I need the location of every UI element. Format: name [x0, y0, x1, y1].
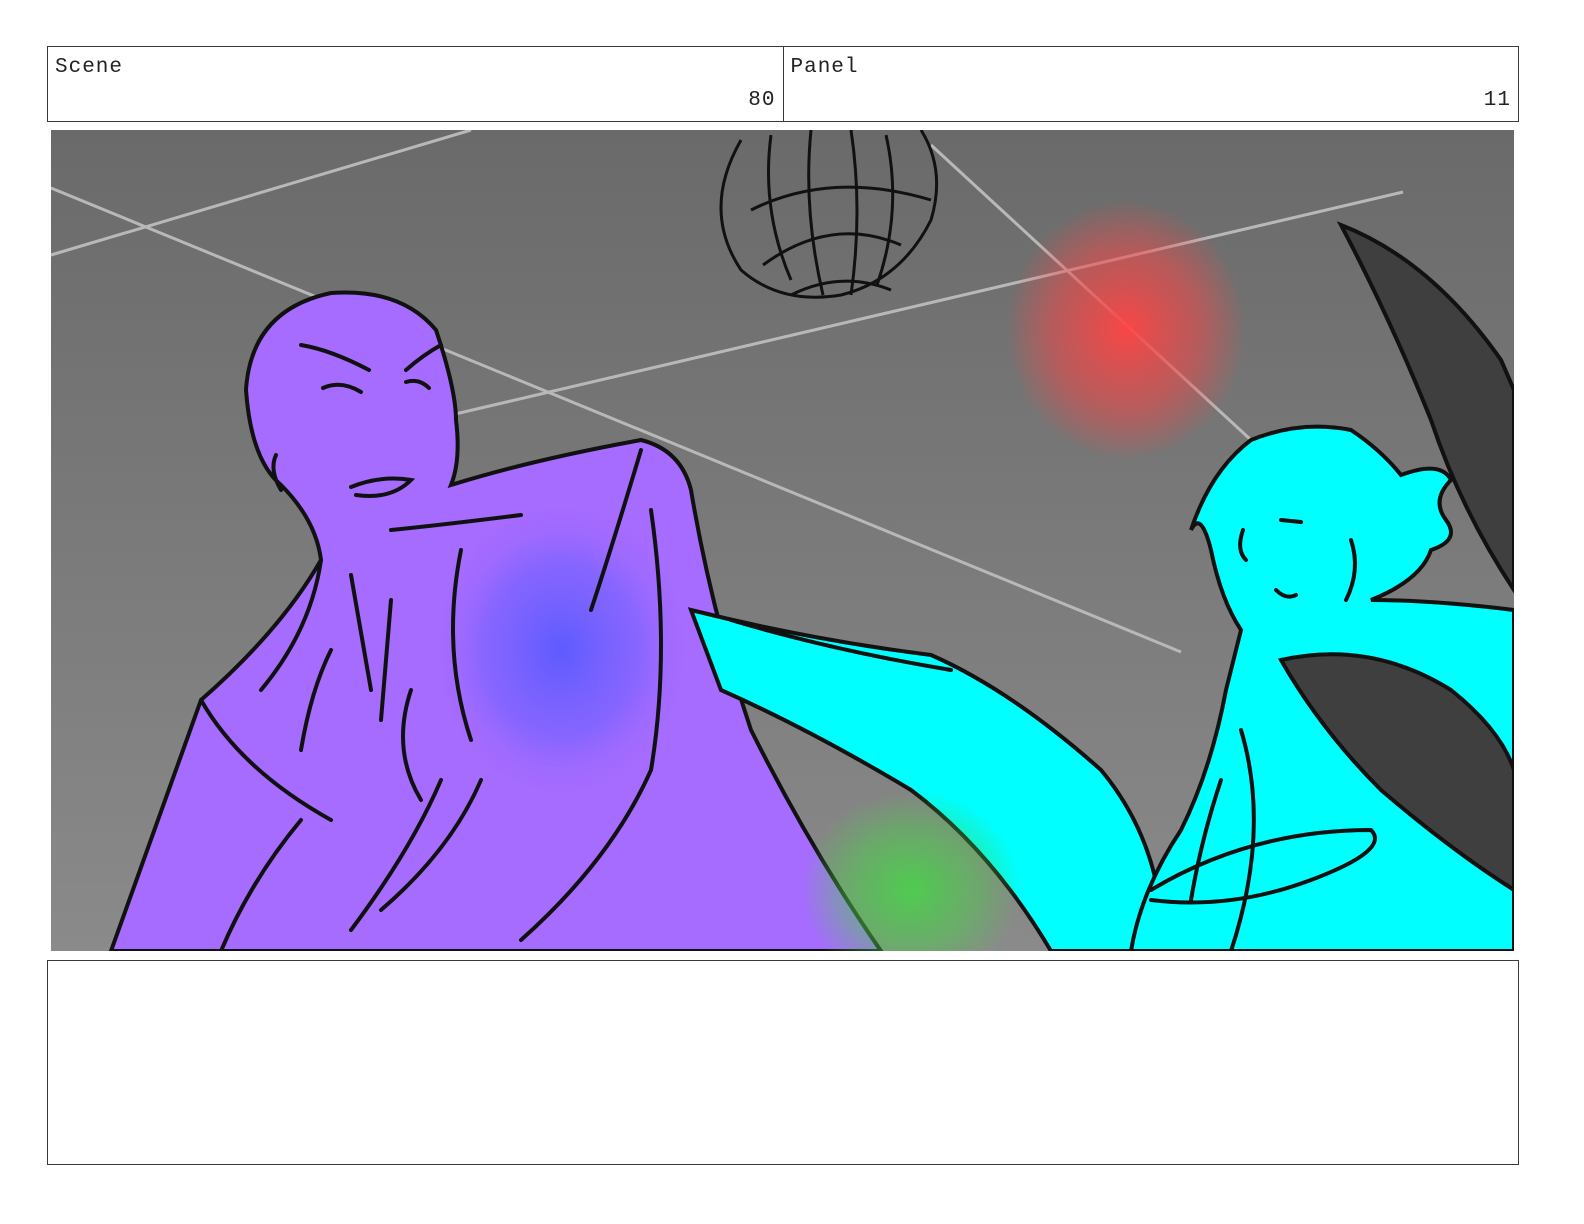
- panel-number: 11: [1483, 89, 1511, 112]
- storyboard-panel-image: [51, 130, 1514, 951]
- scene-label: Scene: [55, 56, 124, 79]
- panel-cell: Panel 11: [782, 47, 1519, 121]
- red-light-glow: [1006, 200, 1246, 460]
- scene-number: 80: [748, 89, 776, 112]
- storyboard-sketch: [51, 130, 1514, 951]
- scene-panel-header: Scene 80 Panel 11: [47, 46, 1519, 122]
- panel-notes-box[interactable]: [47, 960, 1519, 1165]
- panel-label: Panel: [790, 56, 859, 79]
- scene-cell: Scene 80: [48, 47, 783, 121]
